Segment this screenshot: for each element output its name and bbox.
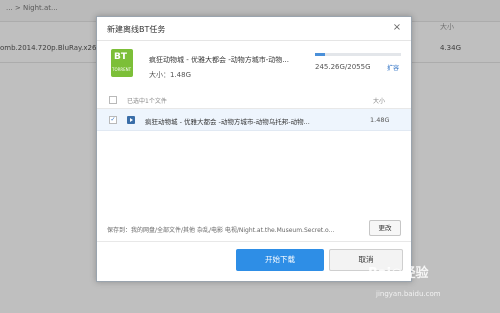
dialog-header: 新建离线BT任务 × — [97, 17, 411, 41]
dialog-title: 新建离线BT任务 — [107, 25, 166, 34]
select-all-checkbox[interactable] — [109, 96, 117, 104]
footer-divider — [97, 241, 411, 242]
baidu-watermark-url: jingyan.baidu.com — [376, 290, 441, 298]
list-item[interactable]: ✓ 疯狂动物城 - 优雅大都会 -动物方城市-动物乌托邦-动物... 1.48G — [97, 109, 411, 131]
start-download-button[interactable]: 开始下载 — [236, 249, 324, 271]
file-list-header: 已选中1个文件 大小 — [97, 91, 411, 109]
file-size: 1.48G — [370, 116, 390, 124]
torrent-size: 大小：1.48G — [149, 71, 192, 79]
file-name: 疯狂动物城 - 优雅大都会 -动物方城市-动物乌托邦-动物... — [145, 118, 310, 126]
torrent-name: 疯狂动物城 - 优雅大都会 -动物方城市-动物... — [149, 56, 289, 64]
torrent-icon-text: BT — [114, 52, 127, 62]
video-file-icon — [127, 116, 135, 124]
selected-count-label: 已选中1个文件 — [127, 98, 167, 105]
size-column-label: 大小 — [373, 98, 386, 105]
new-bt-task-dialog: 新建离线BT任务 × BT TORRENT 疯狂动物城 - 优雅大都会 -动物方… — [96, 16, 412, 282]
expand-storage-link[interactable]: 扩容 — [387, 63, 399, 72]
storage-quota-fill — [315, 53, 326, 56]
close-icon[interactable]: × — [391, 22, 403, 34]
torrent-icon-caption: TORRENT — [112, 67, 132, 72]
storage-quota-bar — [315, 53, 401, 56]
baidu-watermark: Bai◎经验 — [368, 266, 429, 281]
torrent-file-icon: BT TORRENT — [111, 49, 133, 77]
storage-quota-text: 245.26G/2055G — [315, 63, 371, 71]
change-path-button[interactable]: 更改 — [369, 220, 401, 236]
file-checkbox[interactable]: ✓ — [109, 116, 117, 124]
save-path-label: 保存到：我的网盘/全部文件/其他 杂乱/电影 电视/Night.at.the.M… — [107, 227, 335, 234]
